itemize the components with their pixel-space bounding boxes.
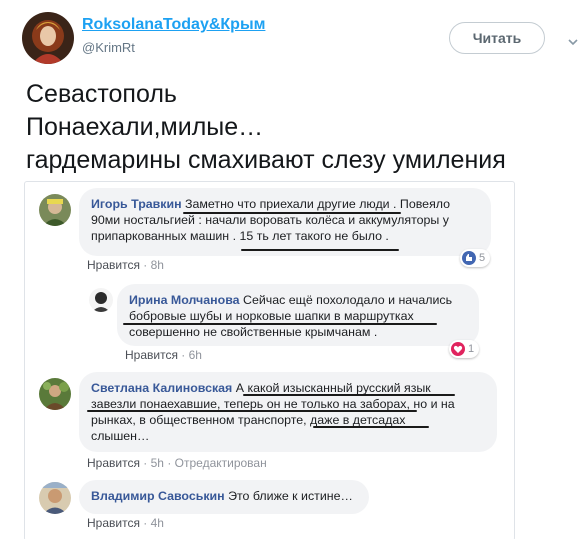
commenter-name[interactable]: Ирина Молчанова — [129, 293, 240, 307]
avatar[interactable] — [89, 288, 113, 312]
timestamp[interactable]: 5h — [151, 456, 164, 470]
tweet-text-line: гардемарины смахивают слезу умиления — [26, 146, 506, 174]
tweet-text-line: Понаехали,милые… — [26, 113, 264, 141]
timestamp[interactable]: 6h — [189, 348, 202, 362]
comment-text: слышен… — [91, 429, 150, 443]
comment-bubble: Ирина Молчанова Сейчас ещё похолодало и … — [117, 284, 479, 346]
author-handle[interactable]: @KrimRt — [82, 40, 135, 55]
comment-text: Сейчас ещё похолодало и начались — [239, 293, 453, 307]
chevron-down-icon[interactable] — [568, 34, 578, 46]
comment-bubble: Игорь Травкин Заметно что приехали други… — [79, 188, 491, 256]
comment-text: бобровые шубы и норковые шапки в маршрут… — [129, 309, 414, 323]
comment-meta: Нравится · 6h — [125, 348, 202, 362]
underline-mark — [313, 426, 429, 428]
commenter-name[interactable]: Владимир Савоськин — [91, 489, 225, 503]
comment-text: Это ближе к истине… — [224, 489, 353, 503]
underline-mark — [123, 323, 437, 325]
underline-mark — [87, 410, 417, 412]
embedded-screenshot[interactable]: Игорь Травкин Заметно что приехали други… — [24, 181, 515, 539]
reaction-badge[interactable]: 5 — [460, 249, 491, 267]
tweet-text: Севастополь Понаехали,милые… гардемарины… — [26, 78, 506, 177]
comment-meta: Нравится · 4h — [87, 516, 164, 530]
commenter-name[interactable]: Светлана Калиновская — [91, 381, 232, 395]
comment-bubble: Владимир Савоськин Это ближе к истине… — [79, 480, 369, 514]
thumbs-up-icon — [462, 251, 476, 265]
reaction-count: 1 — [468, 343, 475, 355]
timestamp[interactable]: 4h — [151, 516, 164, 530]
comment-meta: Нравится · 8h — [87, 258, 164, 272]
comment-text: рынках, в общественном транспорте, даже … — [91, 413, 406, 427]
reaction-count: 5 — [479, 252, 486, 264]
tweet-text-line: Севастополь — [26, 80, 177, 108]
comment-bubble: Светлана Калиновская А какой изысканный … — [79, 372, 497, 452]
like-link[interactable]: Нравится — [87, 516, 140, 530]
tweet-header: RoksolanaToday&Крым @KrimRt Читать — [0, 0, 582, 70]
commenter-name[interactable]: Игорь Травкин — [91, 197, 182, 211]
comment-text: завезли понаехавшие, теперь он не только… — [91, 397, 455, 411]
like-link[interactable]: Нравится — [87, 456, 140, 470]
edited-label[interactable]: Отредактирован — [175, 456, 267, 470]
comment-text: совершенно не свойственные крымчанам . — [129, 325, 378, 339]
timestamp[interactable]: 8h — [151, 258, 164, 272]
follow-button[interactable]: Читать — [449, 22, 545, 54]
comment-text: 90ми ностальгией : начали воровать колёс… — [91, 213, 449, 227]
reaction-badge[interactable]: 1 — [449, 340, 480, 358]
comment-text: Заметно что приехали другие люди . Повея… — [181, 197, 451, 211]
like-link[interactable]: Нравится — [87, 258, 140, 272]
heart-icon — [451, 342, 465, 356]
like-link[interactable]: Нравится — [125, 348, 178, 362]
underline-mark — [243, 394, 455, 396]
comment-text: А какой изысканный русский язык — [232, 381, 431, 395]
underline-mark — [183, 212, 401, 214]
author-name[interactable]: RoksolanaToday&Крым — [82, 16, 265, 34]
comment-meta: Нравится · 5h · Отредактирован — [87, 456, 267, 470]
avatar[interactable] — [39, 482, 71, 514]
avatar[interactable] — [39, 194, 71, 226]
avatar[interactable] — [39, 378, 71, 410]
underline-mark — [241, 249, 399, 251]
author-avatar[interactable] — [22, 12, 74, 64]
comment-text: припаркованных машин . 15 ть лет такого … — [91, 229, 389, 243]
